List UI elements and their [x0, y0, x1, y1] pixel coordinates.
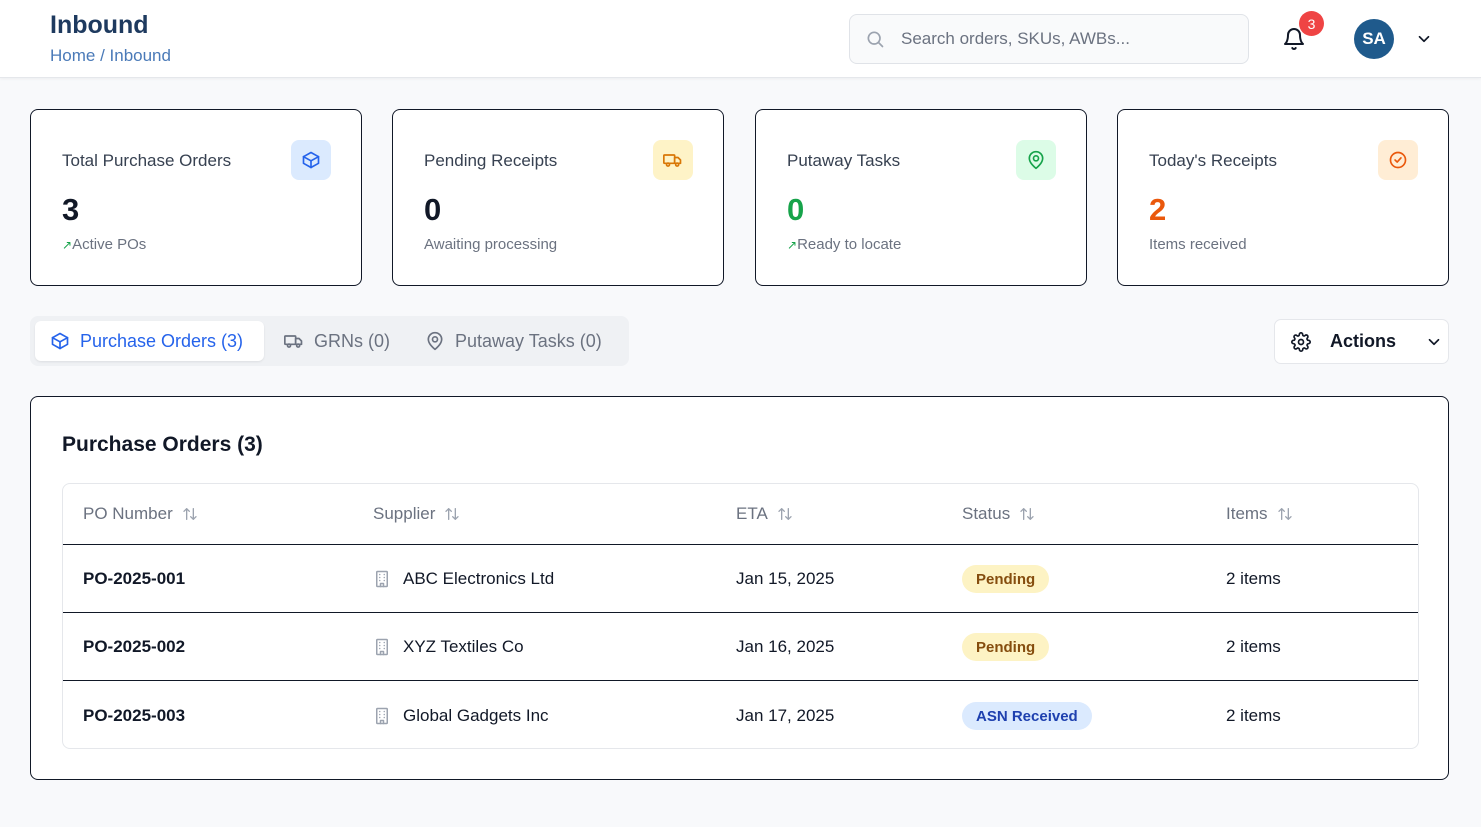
eta-date: Jan 17, 2025	[736, 706, 835, 725]
tab-bar: Purchase Orders (3) GRNs (0) Putaway Tas…	[30, 316, 629, 366]
notification-count-badge: 3	[1299, 11, 1324, 36]
sort-icon	[444, 506, 460, 522]
status-badge: Pending	[962, 565, 1050, 593]
sort-icon	[1277, 506, 1293, 522]
panel-title: Purchase Orders (3)	[62, 433, 263, 456]
po-number: PO-2025-003	[83, 706, 186, 725]
column-header-eta[interactable]: ETA	[736, 504, 793, 524]
items-count: 2 items	[1226, 637, 1281, 656]
truck-icon	[653, 140, 693, 180]
sort-icon	[182, 506, 198, 522]
tab-label: Putaway Tasks (0)	[455, 330, 602, 351]
package-icon	[291, 140, 331, 180]
table-row[interactable]: PO-2025-003 Global Gadgets Inc Jan 17, 2…	[63, 682, 1418, 748]
stat-label: Putaway Tasks	[787, 151, 901, 170]
stat-value: 2	[1149, 192, 1167, 227]
package-icon	[50, 331, 70, 351]
top-header: Inbound Home / Inbound 3 SA	[0, 0, 1481, 78]
search-icon	[865, 29, 885, 49]
truck-icon	[284, 331, 304, 351]
supplier-cell: XYZ Textiles Co	[373, 637, 524, 657]
avatar[interactable]: SA	[1354, 19, 1394, 59]
column-header-po-number[interactable]: PO Number	[83, 504, 198, 524]
status-badge: Pending	[962, 633, 1050, 661]
column-header-items[interactable]: Items	[1226, 504, 1293, 524]
chevron-down-icon[interactable]	[1415, 30, 1433, 48]
map-pin-icon	[1016, 140, 1056, 180]
building-icon	[373, 638, 391, 656]
table-row[interactable]: PO-2025-002 XYZ Textiles Co Jan 16, 2025…	[63, 613, 1418, 681]
po-number: PO-2025-002	[83, 637, 186, 656]
table-header: PO Number Supplier ETA Status Items	[63, 484, 1418, 545]
breadcrumb[interactable]: Home / Inbound	[50, 46, 171, 66]
stat-card-putaway-tasks: Putaway Tasks 0 ↗Ready to locate	[755, 109, 1087, 286]
stat-subtext: ↗Ready to locate	[787, 236, 902, 253]
actions-button[interactable]: Actions	[1274, 319, 1449, 364]
po-number: PO-2025-001	[83, 569, 186, 588]
actions-label: Actions	[1330, 331, 1397, 351]
tab-grns[interactable]: GRNs (0)	[270, 321, 400, 361]
stat-subtext: Awaiting processing	[424, 236, 558, 253]
search-box[interactable]	[849, 14, 1249, 64]
tab-label: GRNs (0)	[314, 330, 390, 351]
map-pin-icon	[425, 331, 445, 351]
supplier-name: ABC Electronics Ltd	[403, 569, 555, 588]
stat-card-total-purchase-orders: Total Purchase Orders 3 ↗Active POs	[30, 109, 362, 286]
eta-date: Jan 16, 2025	[736, 637, 835, 656]
column-header-supplier[interactable]: Supplier	[373, 504, 460, 524]
stat-label: Pending Receipts	[424, 151, 558, 170]
tab-purchase-orders[interactable]: Purchase Orders (3)	[35, 321, 264, 361]
stat-value: 0	[787, 192, 805, 227]
stat-card-todays-receipts: Today's Receipts 2 Items received	[1117, 109, 1449, 286]
sort-icon	[777, 506, 793, 522]
check-circle-icon	[1378, 140, 1418, 180]
stat-subtext: ↗Active POs	[62, 236, 147, 253]
supplier-cell: Global Gadgets Inc	[373, 706, 549, 726]
status-badge: ASN Received	[962, 702, 1092, 730]
stat-card-pending-receipts: Pending Receipts 0 Awaiting processing	[392, 109, 724, 286]
tab-label: Purchase Orders (3)	[80, 330, 244, 351]
items-count: 2 items	[1226, 706, 1281, 725]
items-count: 2 items	[1226, 569, 1281, 588]
page-title: Inbound	[50, 11, 149, 39]
gear-icon	[1291, 331, 1311, 352]
eta-date: Jan 15, 2025	[736, 569, 835, 588]
sort-icon	[1019, 506, 1035, 522]
stat-label: Today's Receipts	[1149, 151, 1277, 170]
stat-subtext: Items received	[1149, 236, 1247, 253]
supplier-name: XYZ Textiles Co	[403, 637, 524, 656]
supplier-name: Global Gadgets Inc	[403, 706, 549, 725]
trend-up-icon: ↗	[787, 238, 798, 252]
chevron-down-icon	[1425, 333, 1443, 351]
purchase-orders-panel: Purchase Orders (3) PO Number Supplier E…	[30, 396, 1449, 780]
supplier-cell: ABC Electronics Ltd	[373, 569, 554, 589]
stat-value: 0	[424, 192, 442, 227]
purchase-orders-table: PO Number Supplier ETA Status Items PO-2…	[62, 483, 1419, 749]
tab-putaway-tasks[interactable]: Putaway Tasks (0)	[410, 321, 624, 361]
building-icon	[373, 707, 391, 725]
table-row[interactable]: PO-2025-001 ABC Electronics Ltd Jan 15, …	[63, 545, 1418, 613]
stat-value: 3	[62, 192, 80, 227]
column-header-status[interactable]: Status	[962, 504, 1035, 524]
search-input[interactable]	[901, 29, 1231, 49]
stat-label: Total Purchase Orders	[62, 151, 232, 170]
building-icon	[373, 570, 391, 588]
trend-up-icon: ↗	[62, 238, 73, 252]
